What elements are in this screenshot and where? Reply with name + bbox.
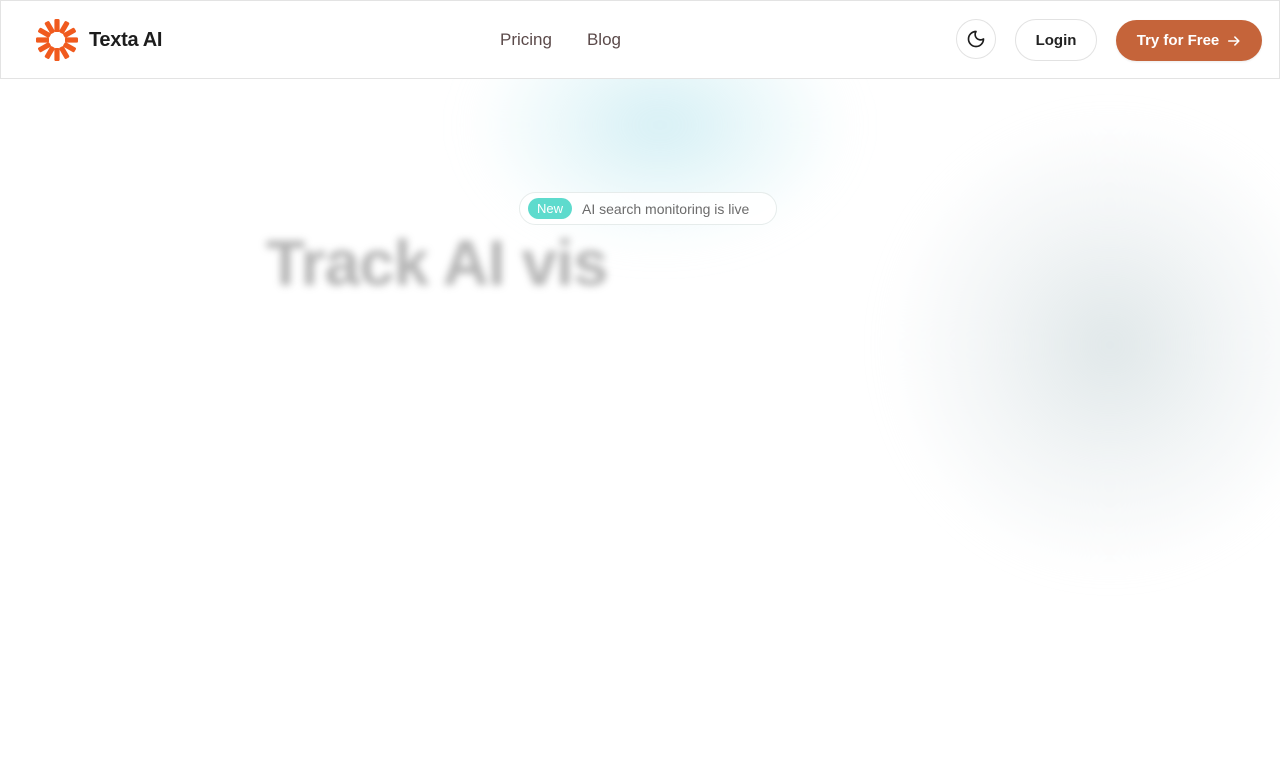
new-badge: New	[528, 198, 573, 219]
cta-label: Try for Free	[1136, 32, 1220, 49]
sunburst-logo-icon	[36, 19, 78, 61]
announcement-text: AI search monitoring is live	[582, 200, 750, 217]
hero-headline: Track AI vis	[266, 227, 608, 299]
brand-logo[interactable]: Texta AI	[35, 18, 162, 62]
background-glow-gray	[880, 110, 1280, 580]
main-nav: Pricing Blog	[500, 29, 621, 51]
announcement-pill[interactable]: New AI search monitoring is live	[519, 192, 777, 225]
theme-toggle-button[interactable]	[956, 19, 996, 59]
try-for-free-button[interactable]: Try for Free	[1116, 20, 1262, 61]
landing-page: Texta AI Pricing Blog Login Try for Free…	[0, 0, 1280, 768]
nav-link-blog[interactable]: Blog	[587, 29, 621, 51]
nav-link-pricing[interactable]: Pricing	[500, 29, 552, 51]
site-header: Texta AI Pricing Blog Login Try for Free	[0, 0, 1280, 79]
moon-icon	[967, 30, 985, 48]
brand-name: Texta AI	[89, 28, 163, 51]
arrow-right-icon	[1228, 35, 1240, 46]
login-button[interactable]: Login	[1015, 19, 1097, 61]
